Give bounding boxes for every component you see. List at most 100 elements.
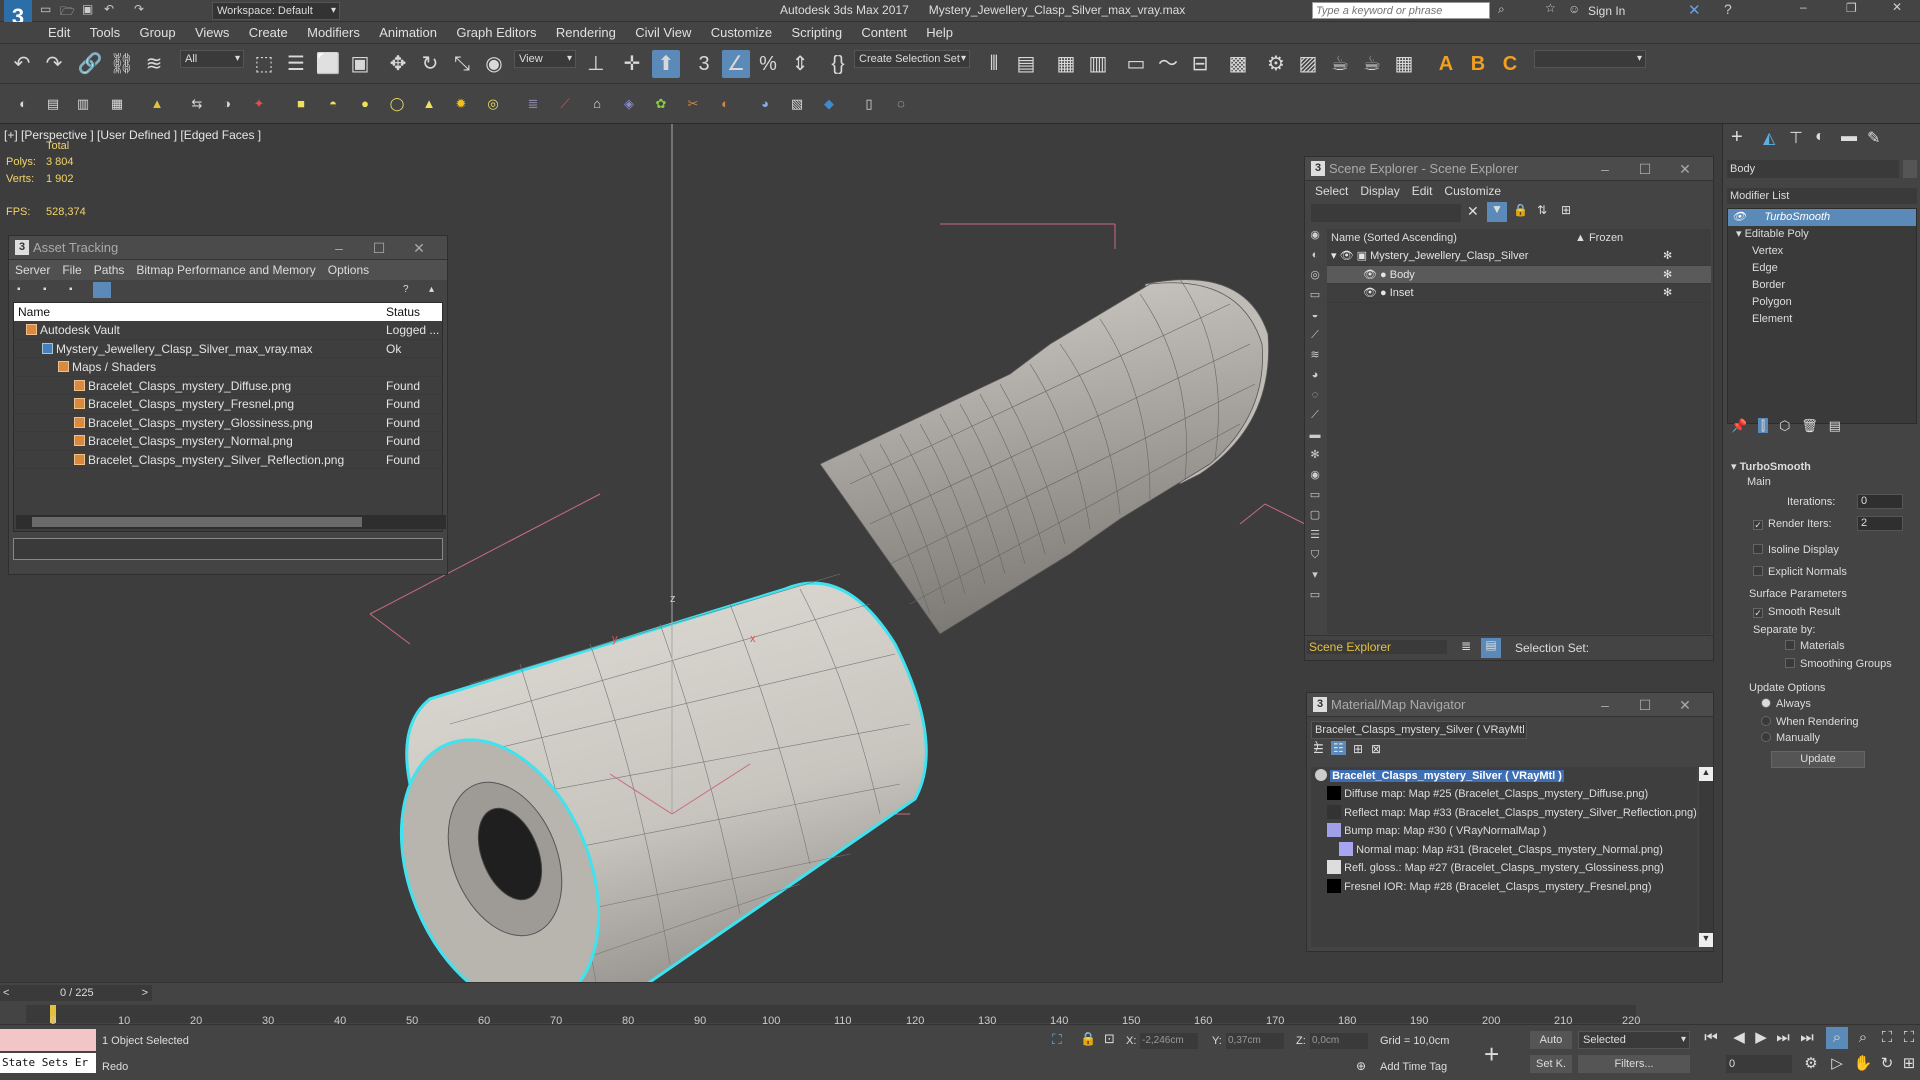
torus-icon[interactable]: ◯ xyxy=(388,95,406,113)
tool-icon-20[interactable]: ◌ xyxy=(892,95,910,113)
always-radio-row[interactable]: Always xyxy=(1761,698,1811,710)
configure-sets-icon[interactable]: ▤ xyxy=(1829,418,1841,433)
show-end-result-icon[interactable]: ⫿ xyxy=(1758,418,1769,433)
box-icon[interactable]: ■ xyxy=(292,95,310,113)
se-menu-edit[interactable]: Edit xyxy=(1406,181,1439,201)
text-b-icon[interactable]: B xyxy=(1464,50,1492,78)
stack-item-vertex[interactable]: Vertex xyxy=(1728,243,1916,260)
stack-item-polygon[interactable]: Polygon xyxy=(1728,294,1916,311)
isoline-checkbox[interactable] xyxy=(1753,544,1763,554)
minimize-icon[interactable]: – xyxy=(1800,0,1807,14)
y-coord-field[interactable]: 0,37cm xyxy=(1226,1033,1284,1049)
asset-tracking-title-bar[interactable]: 3 Asset Tracking – ☐ ✕ xyxy=(9,236,447,260)
hemisphere-icon[interactable]: ◓ xyxy=(324,95,342,113)
tool-icon-2[interactable]: ▤ xyxy=(44,95,62,113)
viewport-label[interactable]: [+] [Perspective ] [User Defined ] [Edge… xyxy=(4,128,261,142)
when-rendering-radio[interactable] xyxy=(1761,716,1771,726)
table-row[interactable]: Bracelet_Clasps_mystery_Silver_Reflectio… xyxy=(14,451,442,469)
hierarchy-tab-icon[interactable]: ⊤ xyxy=(1789,128,1803,148)
large-icons-view-icon[interactable]: ⊠ xyxy=(1371,742,1381,756)
always-radio[interactable] xyxy=(1761,698,1771,708)
minimize-icon[interactable]: – xyxy=(319,236,359,260)
at-help-icon[interactable]: ? xyxy=(403,284,409,295)
at-tool-2-icon[interactable]: ▪ xyxy=(43,284,47,295)
unlink-icon[interactable]: ⛓ xyxy=(108,50,136,78)
pin-stack-icon[interactable]: 📌 xyxy=(1731,418,1747,433)
tool-icon-3[interactable]: ▥ xyxy=(74,95,92,113)
col-name[interactable]: Name xyxy=(14,305,50,319)
table-row[interactable]: Autodesk Vault Logged ... xyxy=(14,321,442,340)
align-icon[interactable]: ▤ xyxy=(1012,50,1040,78)
render-iters-spinner[interactable]: 2 xyxy=(1857,516,1903,531)
tool-icon-10[interactable]: ⟋ xyxy=(556,95,574,113)
text-c-icon[interactable]: C xyxy=(1496,50,1524,78)
stack-item-edge[interactable]: Edge xyxy=(1728,260,1916,277)
a360-render-icon[interactable]: ▦ xyxy=(1390,50,1418,78)
table-row[interactable]: Bracelet_Clasps_mystery_Glossiness.png Fo… xyxy=(14,414,442,432)
material-editor-icon[interactable]: ▩ xyxy=(1224,50,1252,78)
search-input[interactable] xyxy=(1312,2,1490,19)
se-menu-select[interactable]: Select xyxy=(1309,181,1354,201)
material-map-row[interactable]: Fresnel IOR: Map #28 (Bracelet_Clasps_my… xyxy=(1311,878,1697,897)
pan-icon[interactable]: ✋ xyxy=(1852,1053,1874,1075)
user-icon[interactable]: ☺ xyxy=(1568,2,1580,16)
rendered-frame-icon[interactable]: ▨ xyxy=(1294,50,1322,78)
menu-civil-view[interactable]: Civil View xyxy=(627,22,699,43)
when-rendering-radio-row[interactable]: When Rendering xyxy=(1761,716,1859,728)
list-icons-view-icon[interactable]: ☷ xyxy=(1331,741,1346,755)
rotate-icon[interactable]: ↻ xyxy=(416,50,444,78)
at-tool-3-icon[interactable]: ▪ xyxy=(69,284,73,295)
remove-modifier-icon[interactable]: 🗑 xyxy=(1801,418,1818,433)
sphere-icon[interactable]: ● xyxy=(356,95,374,113)
select-object-icon[interactable]: ⬚ xyxy=(250,50,278,78)
geosphere-icon[interactable]: ◎ xyxy=(484,95,502,113)
go-to-start-icon[interactable]: ⏮ xyxy=(1700,1027,1722,1049)
tool-icon-9[interactable]: ≣ xyxy=(524,95,542,113)
prev-frame-icon[interactable]: < xyxy=(0,987,9,999)
percent-snap-icon[interactable]: % xyxy=(754,50,782,78)
tree-row-inset[interactable]: 👁 ● Inset ✻ xyxy=(1327,284,1711,303)
utilities-tab-icon[interactable]: ✎ xyxy=(1867,128,1880,148)
maximize-icon[interactable]: ☐ xyxy=(1625,693,1665,717)
maxscript-listener[interactable] xyxy=(0,1029,96,1051)
zoom-icon[interactable]: ⌕ xyxy=(1826,1027,1848,1049)
filter-icon[interactable]: ▼ xyxy=(1487,202,1507,222)
render-setup-icon[interactable]: ⚙ xyxy=(1262,50,1290,78)
menu-modifiers[interactable]: Modifiers xyxy=(299,22,368,43)
tool-icon-8[interactable]: ✦ xyxy=(250,95,268,113)
time-tag-icon[interactable]: ⊕ xyxy=(1356,1059,1366,1073)
menu-scripting[interactable]: Scripting xyxy=(783,22,850,43)
next-frame-icon[interactable]: > xyxy=(142,985,148,1001)
scene-explorer-title-bar[interactable]: 3 Scene Explorer - Scene Explorer – ☐ ✕ xyxy=(1305,157,1713,181)
absolute-mode-icon[interactable]: ⊡ xyxy=(1104,1031,1115,1047)
menu-graph-editors[interactable]: Graph Editors xyxy=(448,22,544,43)
fov-icon[interactable]: ▷ xyxy=(1826,1053,1848,1075)
scene-search-field[interactable] xyxy=(1311,204,1461,222)
sync-icon[interactable]: ⇅ xyxy=(1537,203,1547,217)
object-name-field[interactable]: Body xyxy=(1727,160,1899,178)
at-menu-file[interactable]: File xyxy=(56,260,87,280)
menu-animation[interactable]: Animation xyxy=(371,22,445,43)
redo-icon[interactable]: ↷ xyxy=(40,50,68,78)
se-menu-customize[interactable]: Customize xyxy=(1438,181,1507,201)
binoculars-icon[interactable]: ⌕ xyxy=(1498,2,1505,17)
table-row[interactable]: Bracelet_Clasps_mystery_Diffuse.png Found xyxy=(14,377,442,395)
table-row[interactable]: Mystery_Jewellery_Clasp_Silver_max_vray.… xyxy=(14,340,442,358)
tool-icon-13[interactable]: ✿ xyxy=(652,95,670,113)
maximize-icon[interactable]: ☐ xyxy=(1625,157,1665,181)
render-iters-row[interactable]: ✓ Render Iters: xyxy=(1753,518,1832,530)
move-icon[interactable]: ✥ xyxy=(384,50,412,78)
prev-key-icon[interactable]: ◀ xyxy=(1728,1027,1750,1049)
angle-snap-icon[interactable]: ∠ xyxy=(722,50,750,78)
render-iters-checkbox[interactable]: ✓ xyxy=(1753,520,1763,530)
tree-row-root[interactable]: ▾ 👁 ▣ Mystery_Jewellery_Clasp_Silver ✻ xyxy=(1327,247,1711,266)
material-map-row[interactable]: Bump map: Map #30 ( VRayNormalMap ) xyxy=(1311,822,1697,841)
zoom-all-icon[interactable]: ⌕ xyxy=(1852,1027,1874,1049)
material-root[interactable]: Bracelet_Clasps_mystery_Silver ( VRayMtl… xyxy=(1311,767,1697,785)
at-tool-4-icon[interactable] xyxy=(93,282,111,298)
tree-row-body[interactable]: 👁 ● Body ✻ xyxy=(1327,265,1711,284)
minimize-icon[interactable]: – xyxy=(1585,693,1625,717)
isolate-icon[interactable]: ⛶ xyxy=(1052,1031,1062,1048)
scroll-down-icon[interactable]: ▼ xyxy=(1699,933,1713,947)
small-icons-view-icon[interactable]: ⊞ xyxy=(1353,742,1363,756)
